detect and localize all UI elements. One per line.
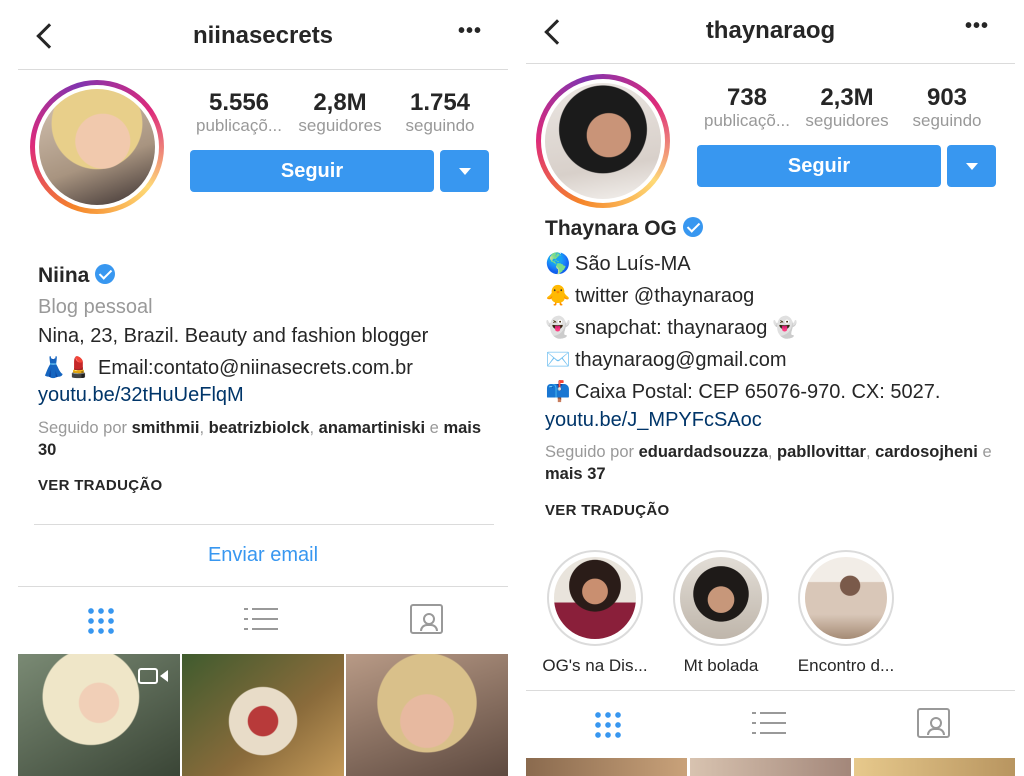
- dropdown-arrow-icon: [459, 168, 471, 175]
- post-thumbnail[interactable]: [526, 758, 687, 776]
- profile-username: thaynaraog: [705, 17, 836, 44]
- tab-grid[interactable]: [589, 708, 625, 740]
- tab-list[interactable]: [244, 604, 280, 636]
- dropdown-arrow-icon: [966, 163, 978, 170]
- profile-header: thaynaraog •••: [526, 0, 1015, 64]
- bio-line: 👗💄 Email:contato@niinasecrets.com.br: [38, 355, 413, 380]
- envelope-emoji: ✉️: [545, 349, 571, 371]
- divider: [526, 690, 1015, 691]
- send-email-button[interactable]: Enviar email: [18, 544, 508, 567]
- dress-lipstick-emoji: 👗💄: [41, 357, 91, 379]
- profile-username: niinasecrets: [192, 22, 334, 49]
- divider: [34, 524, 494, 525]
- see-translation-link[interactable]: VER TRADUÇÃO: [38, 477, 162, 494]
- tab-tagged[interactable]: [915, 706, 951, 738]
- profile-category: Blog pessoal: [38, 296, 153, 318]
- ghost-emoji: 👻: [545, 317, 571, 339]
- followed-by[interactable]: Seguido por smithmii, beatrizbiolck, ana…: [38, 417, 498, 461]
- tab-tagged[interactable]: [408, 602, 444, 634]
- more-options-icon[interactable]: •••: [965, 15, 989, 38]
- bio-line: 📫 Caixa Postal: CEP 65076-970. CX: 5027.: [545, 381, 941, 403]
- bio-line: ✉️ thaynaraog@gmail.com: [545, 349, 787, 371]
- stat-posts: 738 publicaçõ...: [704, 84, 790, 131]
- bio-link[interactable]: youtu.be/J_MPYFcSAoc: [545, 409, 762, 432]
- profile-panel-thaynaraog: thaynaraog ••• 738 publicaçõ... 2,3M seg…: [526, 0, 1015, 776]
- avatar[interactable]: [30, 80, 164, 214]
- bio-link[interactable]: youtu.be/32tHuUeFlqM: [38, 384, 244, 407]
- stat-posts: 5.556 publicaçõ...: [196, 89, 282, 136]
- display-name: Niina: [38, 264, 116, 288]
- avatar-photo: [39, 89, 155, 205]
- mailbox-emoji: 📫: [545, 381, 571, 403]
- video-icon: [138, 666, 168, 686]
- list-view-icon: [244, 608, 248, 610]
- post-thumbnail[interactable]: [346, 654, 508, 776]
- story-highlight[interactable]: OG's na Dis...: [540, 550, 650, 676]
- follow-button[interactable]: Seguir: [697, 145, 941, 187]
- bio-line: 👻 snapchat: thaynaraog 👻: [545, 317, 798, 339]
- avatar[interactable]: [536, 74, 670, 208]
- chick-emoji: 🐥: [545, 285, 571, 307]
- verified-badge-icon: [682, 217, 703, 237]
- stat-following[interactable]: 903 seguindo: [897, 85, 997, 131]
- followed-by[interactable]: Seguido por eduardadsouzza, pabllovittar…: [545, 441, 995, 485]
- avatar-photo: [545, 83, 661, 199]
- divider: [18, 586, 508, 587]
- highlight-cover: [680, 557, 762, 639]
- stat-followers[interactable]: 2,8M seguidores: [290, 90, 390, 136]
- bio-line: 🐥 twitter @thaynaraog: [545, 285, 755, 307]
- post-thumbnail[interactable]: [854, 758, 1015, 776]
- post-thumbnail[interactable]: [18, 654, 180, 776]
- list-view-icon: [752, 712, 756, 714]
- see-translation-link[interactable]: VER TRADUÇÃO: [545, 502, 669, 519]
- story-highlight[interactable]: Mt bolada: [666, 550, 776, 676]
- suggestions-dropdown-button[interactable]: [947, 145, 996, 187]
- highlight-cover: [554, 557, 636, 639]
- verified-badge-icon: [95, 264, 116, 284]
- story-highlight[interactable]: Encontro d...: [791, 550, 901, 676]
- grid-view-icon: [86, 606, 114, 634]
- more-options-icon[interactable]: •••: [458, 20, 482, 43]
- bio-line: Nina, 23, Brazil. Beauty and fashion blo…: [38, 325, 429, 347]
- tagged-photos-icon: [410, 604, 443, 634]
- tab-grid[interactable]: [82, 604, 118, 636]
- post-thumbnail[interactable]: [690, 758, 851, 776]
- follow-button[interactable]: Seguir: [190, 150, 434, 192]
- stat-following[interactable]: 1.754 seguindo: [390, 90, 490, 136]
- highlight-cover: [805, 557, 887, 639]
- profile-panel-niinasecrets: niinasecrets ••• 5.556 publicaçõ... 2,8M…: [18, 0, 508, 776]
- tab-list[interactable]: [752, 708, 788, 740]
- post-thumbnail[interactable]: [182, 654, 344, 776]
- grid-view-icon: [593, 710, 621, 738]
- tagged-photos-icon: [917, 708, 950, 738]
- suggestions-dropdown-button[interactable]: [440, 150, 489, 192]
- display-name: Thaynara OG: [545, 217, 703, 241]
- globe-emoji: 🌎: [545, 253, 571, 275]
- bio-line: 🌎 São Luís-MA: [545, 253, 691, 275]
- stat-followers[interactable]: 2,3M seguidores: [797, 85, 897, 131]
- profile-header: niinasecrets •••: [18, 0, 508, 70]
